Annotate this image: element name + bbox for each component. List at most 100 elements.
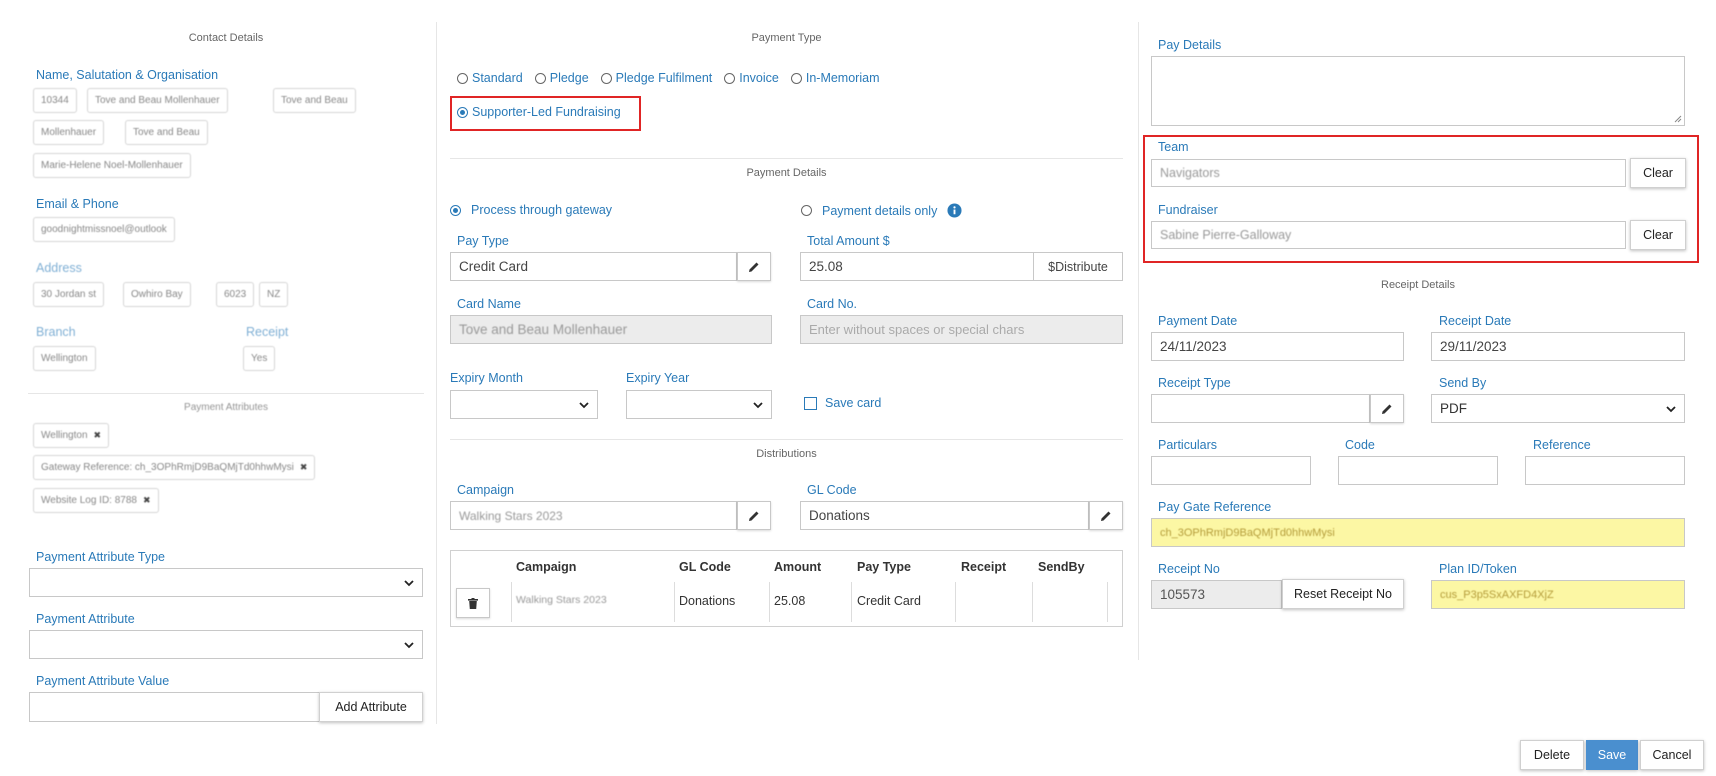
radio-button[interactable] <box>790 72 802 84</box>
plan-id-token-value: cus_P3p5SxAXFD4XjZ <box>1440 588 1554 601</box>
radio-button-selected[interactable] <box>450 204 461 216</box>
team-input[interactable]: Navigators <box>1151 159 1626 187</box>
address-postcode-chip: 6023 <box>216 282 255 307</box>
team-value: Navigators <box>1160 166 1220 180</box>
payment-attribute-select[interactable] <box>29 630 423 659</box>
payment-attribute-label: Payment Attribute <box>36 612 135 626</box>
radio-button[interactable] <box>600 72 612 84</box>
radio-button-selected[interactable] <box>457 106 468 118</box>
table-header-row: Campaign GL Code Amount Pay Type Receipt… <box>451 551 1122 579</box>
card-no-input[interactable]: Enter without spaces or special chars <box>800 315 1123 344</box>
save-card-label: Save card <box>825 396 882 410</box>
send-by-select[interactable]: PDF <box>1431 394 1685 423</box>
receipt-type-edit-button[interactable] <box>1370 394 1404 423</box>
radio-supporter-led-label: Supporter-Led Fundraising <box>472 105 621 119</box>
chevron-down-icon <box>404 641 414 648</box>
column-divider-left <box>436 22 437 724</box>
total-amount-label: Total Amount $ <box>807 234 890 248</box>
radio-pledge[interactable]: Pledge <box>534 71 589 85</box>
radio-standard[interactable]: Standard <box>457 71 523 85</box>
radio-pledge-fulfilment[interactable]: Pledge Fulfilment <box>600 71 713 85</box>
address-label: Address <box>36 261 82 275</box>
attribute-chip-branch[interactable]: Wellington ✖ <box>33 423 110 448</box>
plan-id-token-input[interactable]: cus_P3p5SxAXFD4XjZ <box>1431 580 1685 609</box>
pay-type-input[interactable]: Credit Card <box>450 252 737 281</box>
save-button[interactable]: Save <box>1586 740 1638 770</box>
receipt-chip: Yes <box>243 346 276 371</box>
row-campaign: Walking Stars 2023 <box>516 594 607 606</box>
column-header: Campaign <box>516 560 577 574</box>
radio-button[interactable] <box>801 205 812 216</box>
payment-attribute-type-select[interactable] <box>29 568 423 597</box>
pencil-icon <box>749 262 759 272</box>
radio-in-memoriam[interactable]: In-Memoriam <box>790 71 880 85</box>
row-amount: 25.08 <box>774 594 806 608</box>
radio-pledge-label: Pledge <box>549 71 589 85</box>
receipt-no-input[interactable]: 105573 <box>1151 580 1282 609</box>
pencil-icon <box>749 511 759 521</box>
fundraiser-clear-button[interactable]: Clear <box>1630 220 1686 250</box>
reference-label: Reference <box>1533 438 1591 452</box>
particulars-label: Particulars <box>1158 438 1218 452</box>
contact-fullname-chip: Tove and Beau Mollenhauer <box>87 88 228 113</box>
campaign-label: Campaign <box>457 483 514 497</box>
remove-attribute-icon[interactable]: ✖ <box>300 462 308 473</box>
campaign-input[interactable]: Walking Stars 2023 <box>450 501 737 530</box>
attribute-chip-gateway[interactable]: Gateway Reference: ch_3OPhRmjD9BaQMjTd0h… <box>33 455 316 480</box>
radio-button[interactable] <box>534 72 546 84</box>
gl-code-label: GL Code <box>807 483 857 497</box>
chevron-down-icon <box>753 401 763 408</box>
radio-payment-details-only[interactable]: Payment details only <box>801 203 962 218</box>
radio-in-memoriam-label: In-Memoriam <box>805 71 880 85</box>
fundraiser-label: Fundraiser <box>1158 203 1218 217</box>
card-no-placeholder: Enter without spaces or special chars <box>809 322 1025 337</box>
campaign-edit-button[interactable] <box>737 501 771 530</box>
table-row[interactable]: Walking Stars 2023 Donations 25.08 Credi… <box>451 579 1122 626</box>
reset-receipt-no-button[interactable]: Reset Receipt No <box>1282 579 1404 609</box>
address-country-chip: NZ <box>259 282 289 307</box>
resize-handle-icon[interactable] <box>1674 115 1682 123</box>
expiry-month-select[interactable] <box>450 390 598 419</box>
remove-attribute-icon[interactable]: ✖ <box>143 495 151 506</box>
attribute-chip-logid[interactable]: Website Log ID: 8788 ✖ <box>33 488 159 513</box>
delete-row-button[interactable] <box>456 588 490 618</box>
radio-pledge-fulfilment-label: Pledge Fulfilment <box>615 71 713 85</box>
total-amount-input[interactable]: 25.08 <box>800 252 1034 281</box>
save-card-checkbox[interactable]: Save card <box>804 396 881 410</box>
particulars-input[interactable] <box>1151 456 1311 485</box>
cell-divider <box>1032 582 1033 622</box>
reference-input[interactable] <box>1525 456 1685 485</box>
add-attribute-button[interactable]: Add Attribute <box>319 692 423 722</box>
radio-invoice[interactable]: Invoice <box>724 71 779 85</box>
radio-standard-label: Standard <box>472 71 523 85</box>
pay-gate-reference-input[interactable]: ch_3OPhRmjD9BaQMjTd0hhwMysi <box>1151 518 1685 547</box>
receipt-date-input[interactable]: 29/11/2023 <box>1431 332 1685 361</box>
gl-code-input[interactable]: Donations <box>800 501 1089 530</box>
distribute-button[interactable]: $Distribute <box>1033 252 1123 281</box>
payment-type-options: Standard Pledge Pledge Fulfilment Invoic… <box>457 71 879 85</box>
radio-process-gateway[interactable]: Process through gateway <box>450 203 612 217</box>
card-name-input[interactable]: Tove and Beau Mollenhauer <box>450 315 772 344</box>
expiry-year-select[interactable] <box>626 390 772 419</box>
fundraiser-input[interactable]: Sabine Pierre-Galloway <box>1151 221 1626 249</box>
team-clear-button[interactable]: Clear <box>1630 158 1686 188</box>
code-input[interactable] <box>1338 456 1498 485</box>
attribute-chip-label: Wellington <box>41 430 88 441</box>
column-header: SendBy <box>1038 560 1085 574</box>
pay-details-textarea[interactable] <box>1151 56 1685 126</box>
delete-button[interactable]: Delete <box>1520 740 1584 770</box>
payment-date-input[interactable]: 24/11/2023 <box>1151 332 1404 361</box>
cancel-button[interactable]: Cancel <box>1640 740 1704 770</box>
info-icon[interactable] <box>947 203 962 218</box>
payment-date-label: Payment Date <box>1158 314 1238 328</box>
pay-type-edit-button[interactable] <box>737 252 771 281</box>
radio-button[interactable] <box>724 72 736 84</box>
radio-supporter-led-fundraising[interactable]: Supporter-Led Fundraising <box>457 105 621 119</box>
gl-code-edit-button[interactable] <box>1089 501 1123 530</box>
receipt-type-input[interactable] <box>1151 394 1370 423</box>
distributions-table: Campaign GL Code Amount Pay Type Receipt… <box>450 550 1123 627</box>
checkbox-box[interactable] <box>804 396 817 410</box>
radio-button[interactable] <box>457 72 468 84</box>
payment-attribute-value-input[interactable] <box>29 692 320 722</box>
remove-attribute-icon[interactable]: ✖ <box>94 430 102 441</box>
